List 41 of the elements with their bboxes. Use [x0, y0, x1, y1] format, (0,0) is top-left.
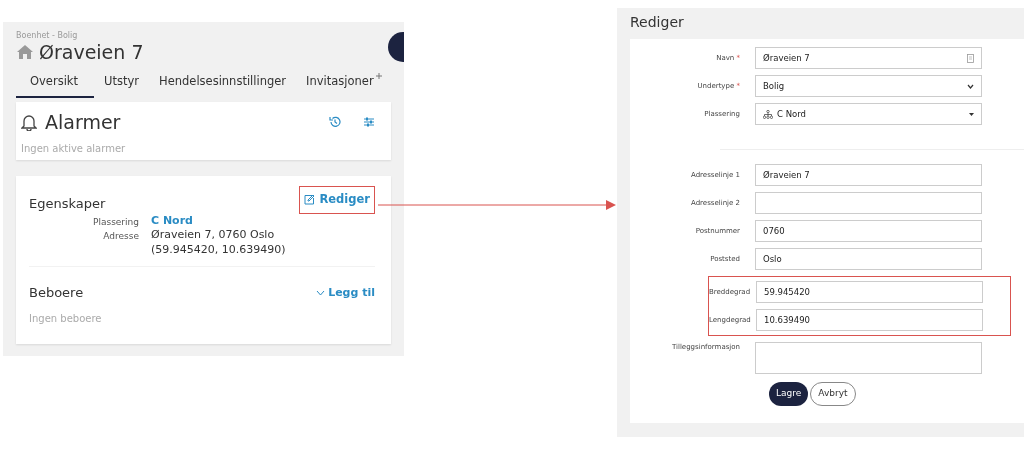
- input-field[interactable]: 0760: [755, 220, 982, 242]
- bell-icon: [21, 113, 37, 132]
- card-icon: [967, 53, 974, 63]
- input-field[interactable]: Oslo: [755, 248, 982, 270]
- card-title: Alarmer: [45, 110, 121, 136]
- select-field[interactable]: Bolig: [755, 75, 982, 97]
- save-button[interactable]: Lagre: [769, 382, 809, 406]
- caret-icon: [969, 112, 974, 116]
- input-field[interactable]: [755, 192, 982, 214]
- sliders-icon[interactable]: [363, 116, 375, 129]
- field-label: Adresse: [102, 230, 139, 244]
- tab[interactable]: Utstyr: [94, 70, 149, 99]
- empty-message: Ingen beboere: [29, 311, 103, 326]
- form-title: Rediger: [630, 13, 685, 32]
- textarea-field[interactable]: [755, 342, 982, 374]
- breadcrumb: Boenhet - Bolig: [16, 30, 79, 42]
- tab[interactable]: Hendelsesinnstillinger: [149, 70, 297, 99]
- empty-message: Ingen aktive alarmer: [21, 141, 127, 156]
- add-link[interactable]: Legg til: [316, 284, 375, 302]
- page-title: Øraveien 7: [39, 42, 144, 63]
- chevron-icon: [967, 83, 974, 89]
- tab[interactable]: Oversikt: [16, 70, 95, 99]
- field-label: Plassering: [92, 215, 139, 229]
- section-title: Beboere: [29, 284, 84, 303]
- hierarchy-icon: [763, 109, 773, 119]
- cancel-button[interactable]: Avbryt: [810, 382, 856, 406]
- input-field[interactable]: Øraveien 7: [755, 47, 982, 69]
- input-field[interactable]: 59.945420: [756, 281, 983, 303]
- tab[interactable]: Invitasjoner: [296, 70, 393, 99]
- section-title: Egenskaper: [29, 195, 106, 214]
- input-field[interactable]: Øraveien 7: [755, 164, 982, 186]
- history-icon[interactable]: [329, 116, 341, 129]
- location-link[interactable]: C Nord: [151, 213, 193, 227]
- select-field[interactable]: C Nord: [755, 103, 982, 125]
- field-value: Øraveien 7, 0760 Oslo: [151, 228, 276, 244]
- chevron-icon: [316, 289, 326, 296]
- coordinates-text: (59.945420, 10.639490): [151, 243, 287, 259]
- edit-button[interactable]: Rediger: [299, 186, 375, 214]
- input-field[interactable]: 10.639490: [756, 309, 983, 331]
- edit-icon: [304, 194, 316, 206]
- house-icon: [16, 44, 34, 61]
